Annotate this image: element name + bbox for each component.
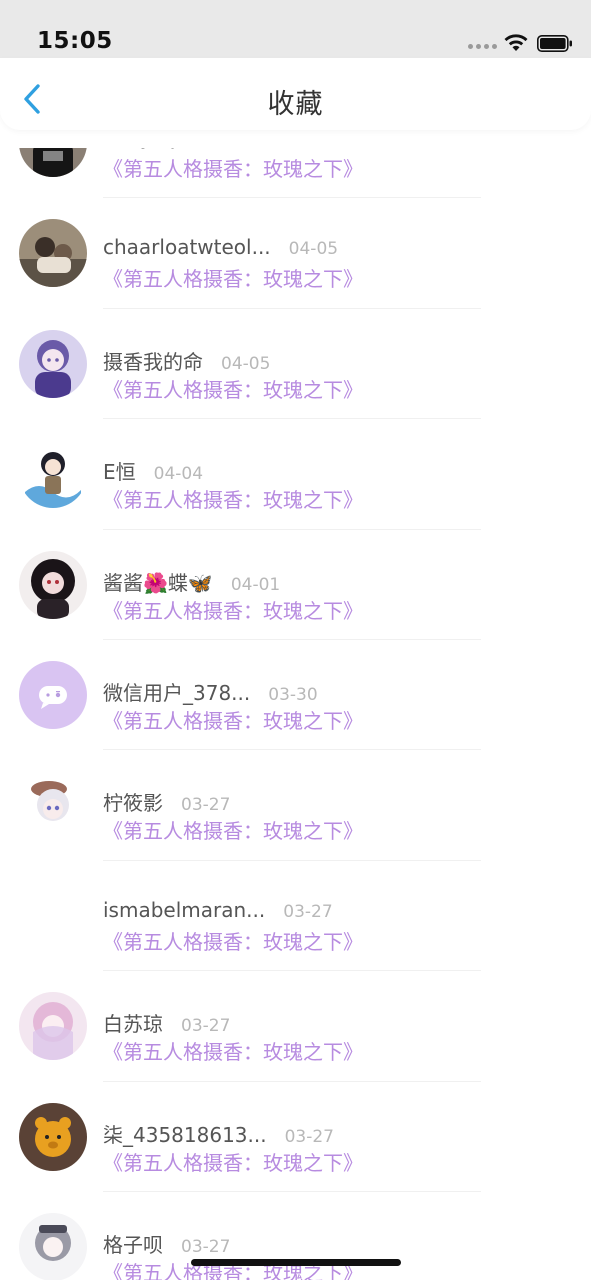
- favorite-date: 03-30: [268, 684, 318, 705]
- work-title-link[interactable]: 《第五人格摄香：玫瑰之下》: [103, 484, 363, 513]
- work-title-link[interactable]: 《第五人格摄香：玫瑰之下》: [103, 153, 363, 182]
- list-item[interactable]: dknytajeabns 04-05 《第五人格摄香：玫瑰之下》: [0, 148, 591, 199]
- user-name: 摄香我的命 04-05: [103, 346, 270, 375]
- avatar[interactable]: [19, 148, 87, 177]
- list-item[interactable]: chaarloatwteol... 04-05 《第五人格摄香：玫瑰之下》: [0, 198, 591, 309]
- user-name-text: 酱酱🌺蝶🦋: [103, 570, 213, 595]
- user-name: E恒 04-04: [103, 456, 203, 485]
- user-name: 柒_435818613... 03-27: [103, 1119, 334, 1148]
- list-item[interactable]: 格子呗 03-27 《第五人格摄香：玫瑰之下》: [0, 1192, 591, 1280]
- work-title-link[interactable]: 《第五人格摄香：玫瑰之下》: [103, 374, 363, 403]
- user-name-text: 格子呗: [103, 1232, 163, 1257]
- user-name-text: ismabelmaran...: [103, 897, 266, 922]
- favorite-date: 03-27: [283, 901, 333, 922]
- user-name: 格子呗 03-27: [103, 1229, 230, 1258]
- favorite-date: 04-04: [153, 464, 204, 485]
- avatar[interactable]: [19, 550, 87, 619]
- favorite-date: 04-05: [288, 239, 339, 260]
- avatar[interactable]: [19, 771, 87, 840]
- work-title-link[interactable]: 《第五人格摄香：玫瑰之下》: [103, 926, 363, 955]
- work-title-link[interactable]: 《第五人格摄香：玫瑰之下》: [103, 815, 363, 844]
- avatar[interactable]: [19, 881, 87, 950]
- favorite-date: 03-27: [181, 795, 231, 816]
- work-title-link[interactable]: 《第五人格摄香：玫瑰之下》: [103, 263, 363, 292]
- list-item[interactable]: 摄香我的命 04-05 《第五人格摄香：玫瑰之下》: [0, 309, 591, 420]
- user-name-text: 柠筱影: [103, 791, 163, 816]
- list-item[interactable]: 酱酱🌺蝶🦋 04-01 《第五人格摄香：玫瑰之下》: [0, 530, 591, 640]
- avatar[interactable]: [19, 440, 87, 509]
- wifi-icon: [504, 34, 528, 51]
- user-name-text: 摄香我的命: [103, 349, 203, 374]
- work-title-link[interactable]: 《第五人格摄香：玫瑰之下》: [103, 1147, 363, 1176]
- user-name: 白苏琼 03-27: [103, 1008, 230, 1037]
- user-name: chaarloatwteol... 04-05: [103, 235, 338, 259]
- page-title: 收藏: [267, 89, 324, 120]
- favorite-date: 03-27: [181, 1016, 231, 1037]
- favorites-list[interactable]: dknytajeabns04-05《第五人格摄香：玫瑰之下》chaarloatw…: [0, 148, 591, 1280]
- battery-icon: [537, 35, 572, 52]
- user-name: 微信用户_378... 03-30: [103, 677, 318, 706]
- list-item[interactable]: 微信用户_378... 03-30 《第五人格摄香：玫瑰之下》: [0, 640, 591, 751]
- avatar[interactable]: [19, 1212, 87, 1280]
- user-name-text: dknytajeabns: [103, 148, 238, 149]
- list-item[interactable]: 柒_435818613... 03-27 《第五人格摄香：玫瑰之下》: [0, 1082, 591, 1192]
- user-name: ismabelmaran... 03-27: [103, 898, 333, 922]
- status-time: 15:05: [37, 28, 113, 54]
- avatar[interactable]: [19, 1102, 87, 1171]
- list-item[interactable]: E恒 04-04 《第五人格摄香：玫瑰之下》: [0, 419, 591, 530]
- user-name-text: chaarloatwteol...: [103, 235, 271, 260]
- favorite-date: 03-27: [181, 1236, 231, 1257]
- user-name: 柠筱影 03-27: [103, 787, 230, 816]
- user-name-text: 白苏琼: [103, 1012, 163, 1037]
- work-title-link[interactable]: 《第五人格摄香：玫瑰之下》: [103, 595, 363, 624]
- list-item[interactable]: 白苏琼 03-27 《第五人格摄香：玫瑰之下》: [0, 971, 591, 1082]
- favorite-date: 04-01: [230, 574, 281, 595]
- user-name: 酱酱🌺蝶🦋 04-01: [103, 567, 280, 596]
- work-title-link[interactable]: 《第五人格摄香：玫瑰之下》: [103, 705, 363, 734]
- navigation-bar: 收藏: [0, 58, 591, 130]
- home-indicator: [191, 1259, 401, 1266]
- avatar[interactable]: [19, 329, 87, 398]
- avatar[interactable]: [19, 660, 87, 729]
- avatar[interactable]: [19, 219, 87, 288]
- user-name-text: E恒: [103, 460, 136, 485]
- user-name-text: 微信用户_378...: [103, 680, 251, 705]
- list-item[interactable]: ismabelmaran... 03-27 《第五人格摄香：玫瑰之下》: [0, 861, 591, 972]
- avatar[interactable]: [19, 992, 87, 1061]
- list-item[interactable]: 柠筱影 03-27 《第五人格摄香：玫瑰之下》: [0, 750, 591, 861]
- user-name-text: 柒_435818613...: [103, 1122, 267, 1147]
- user-name: dknytajeabns 04-05: [103, 148, 305, 149]
- favorite-date: 03-27: [284, 1126, 334, 1147]
- work-title-link[interactable]: 《第五人格摄香：玫瑰之下》: [103, 1036, 363, 1065]
- favorite-date: 04-05: [256, 148, 305, 149]
- favorite-date: 04-05: [221, 353, 271, 374]
- status-bar: 15:05: [0, 0, 591, 60]
- cellular-signal-icon: [468, 44, 497, 49]
